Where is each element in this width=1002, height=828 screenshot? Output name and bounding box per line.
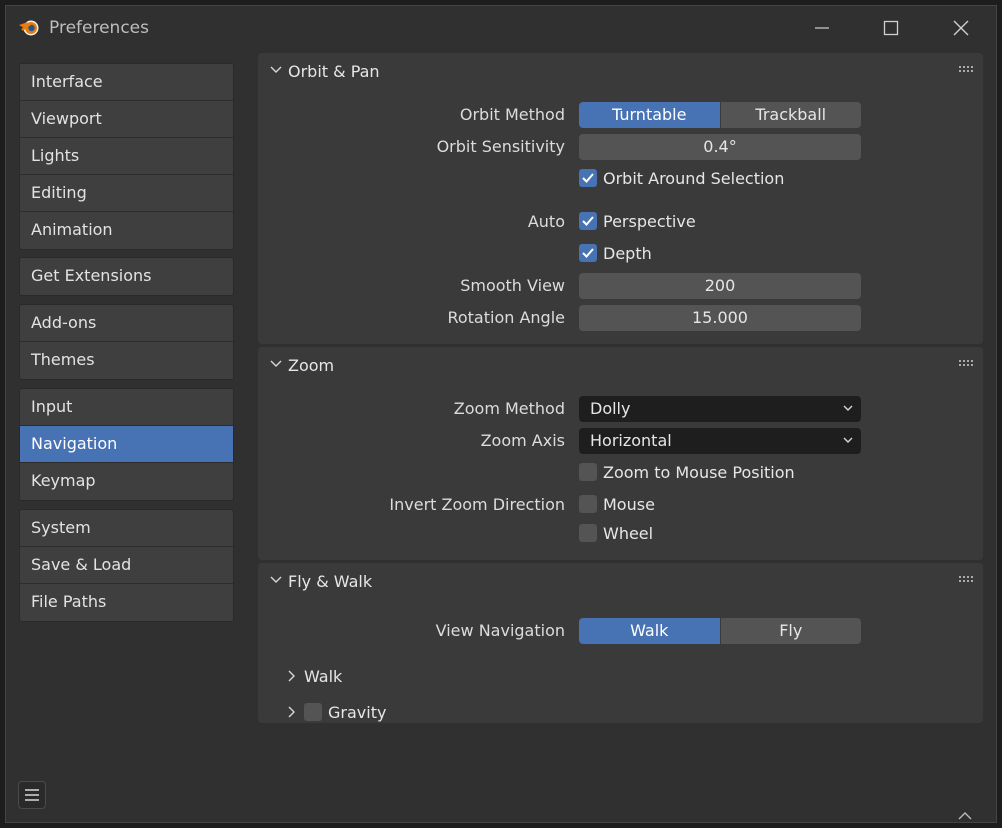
zoom-header[interactable]: Zoom [258,347,983,383]
rotation-angle-field[interactable]: 15.000 [579,305,861,331]
title-bar: Preferences [6,6,996,48]
orbit-around-selection-checkbox[interactable]: Orbit Around Selection [579,167,784,189]
orbit-method-turntable[interactable]: Turntable [579,102,720,128]
view-navigation-fly[interactable]: Fly [719,618,861,644]
window-title: Preferences [49,18,149,38]
hamburger-menu-icon [25,789,39,801]
wheel-label: Wheel [603,523,654,543]
depth-label: Depth [603,243,652,263]
sidebar-group-5: System Save & Load File Paths [19,509,234,622]
maximize-button[interactable] [868,14,914,42]
walk-subpanel-label: Walk [304,666,343,686]
orbit-sensitivity-label: Orbit Sensitivity [436,137,565,156]
view-navigation-label: View Navigation [435,621,565,640]
sidebar-group-1: Interface Viewport Lights Editing Animat… [19,63,234,250]
mouse-label: Mouse [603,494,655,514]
checkbox-unchecked-icon [579,495,597,513]
sidebar-item-save-load[interactable]: Save & Load [20,547,233,584]
sidebar-group-3: Add-ons Themes [19,304,234,380]
sidebar-group-2: Get Extensions [19,257,234,296]
zoom-to-mouse-label: Zoom to Mouse Position [603,462,795,482]
fly-walk-header[interactable]: Fly & Walk [258,563,983,599]
zoom-panel: Zoom Zoom Method Dolly Zoom Axis Horizon… [258,347,983,560]
depth-checkbox[interactable]: Depth [579,242,652,264]
chevron-down-icon [270,66,282,73]
drag-grip-icon[interactable] [959,360,973,366]
checkbox-checked-icon [579,169,597,187]
zoom-axis-value: Horizontal [590,431,672,450]
orbit-sensitivity-field[interactable]: 0.4° [579,134,861,160]
invert-zoom-direction-label: Invert Zoom Direction [389,495,565,514]
sidebar-item-navigation[interactable]: Navigation [20,426,233,463]
panel-title: Fly & Walk [288,572,373,591]
gravity-subpanel-header[interactable]: Gravity [288,700,386,724]
zoom-to-mouse-checkbox[interactable]: Zoom to Mouse Position [579,461,795,483]
invert-wheel-checkbox[interactable]: Wheel [579,522,653,544]
sidebar-item-add-ons[interactable]: Add-ons [20,305,233,342]
chevron-right-icon [288,706,295,718]
walk-subpanel-header[interactable]: Walk [288,664,342,688]
blender-logo-icon [18,16,42,38]
zoom-method-value: Dolly [590,399,631,418]
sidebar-item-get-extensions[interactable]: Get Extensions [20,258,233,295]
sidebar-item-interface[interactable]: Interface [20,64,233,101]
sidebar-group-4: Input Navigation Keymap [19,388,234,501]
sidebar-item-keymap[interactable]: Keymap [20,463,233,500]
panel-title: Orbit & Pan [288,62,380,81]
checkbox-unchecked-icon [579,524,597,542]
sidebar-item-themes[interactable]: Themes [20,342,233,379]
sidebar-item-lights[interactable]: Lights [20,138,233,175]
close-icon [953,20,969,36]
gravity-subpanel-label: Gravity [328,702,387,722]
smooth-view-field[interactable]: 200 [579,273,861,299]
chevron-right-icon [288,670,295,682]
drag-grip-icon[interactable] [959,66,973,72]
sidebar-item-system[interactable]: System [20,510,233,547]
maximize-icon [883,20,899,36]
chevron-down-icon [270,576,282,583]
zoom-axis-dropdown[interactable]: Horizontal [579,428,861,454]
chevron-down-icon [843,437,853,443]
zoom-axis-label: Zoom Axis [480,431,565,450]
chevron-down-icon [843,405,853,411]
sidebar-item-file-paths[interactable]: File Paths [20,584,233,621]
preferences-menu-button[interactable] [18,781,46,809]
zoom-method-dropdown[interactable]: Dolly [579,396,861,422]
rotation-angle-label: Rotation Angle [447,308,565,327]
view-navigation-walk[interactable]: Walk [579,618,720,644]
view-navigation-toggle: Walk Fly [579,618,861,644]
chevron-down-icon [270,360,282,367]
close-button[interactable] [938,14,984,42]
smooth-view-label: Smooth View [460,276,565,295]
zoom-method-label: Zoom Method [453,399,565,418]
minimize-icon [815,27,829,29]
sidebar-item-viewport[interactable]: Viewport [20,101,233,138]
invert-mouse-checkbox[interactable]: Mouse [579,493,655,515]
sidebar-item-input[interactable]: Input [20,389,233,426]
chevron-up-icon[interactable] [958,811,972,821]
preferences-window: Preferences Interface Viewport Lights Ed… [5,5,997,823]
orbit-pan-panel: Orbit & Pan Orbit Method Turntable Track… [258,53,983,344]
auto-label: Auto [527,212,565,231]
perspective-checkbox[interactable]: Perspective [579,210,696,232]
orbit-around-selection-label: Orbit Around Selection [603,168,785,188]
orbit-pan-header[interactable]: Orbit & Pan [258,53,983,89]
fly-walk-panel: Fly & Walk View Navigation Walk Fly Walk… [258,563,983,723]
orbit-method-trackball[interactable]: Trackball [719,102,861,128]
sidebar-item-animation[interactable]: Animation [20,212,233,249]
checkbox-unchecked-icon [579,463,597,481]
checkbox-checked-icon [579,212,597,230]
perspective-label: Perspective [603,211,696,231]
orbit-method-label: Orbit Method [459,105,565,124]
panel-title: Zoom [288,356,335,375]
orbit-method-toggle: Turntable Trackball [579,102,861,128]
checkbox-checked-icon [579,244,597,262]
drag-grip-icon[interactable] [959,576,973,582]
gravity-checkbox[interactable] [304,703,322,721]
sidebar-item-editing[interactable]: Editing [20,175,233,212]
minimize-button[interactable] [799,14,845,42]
